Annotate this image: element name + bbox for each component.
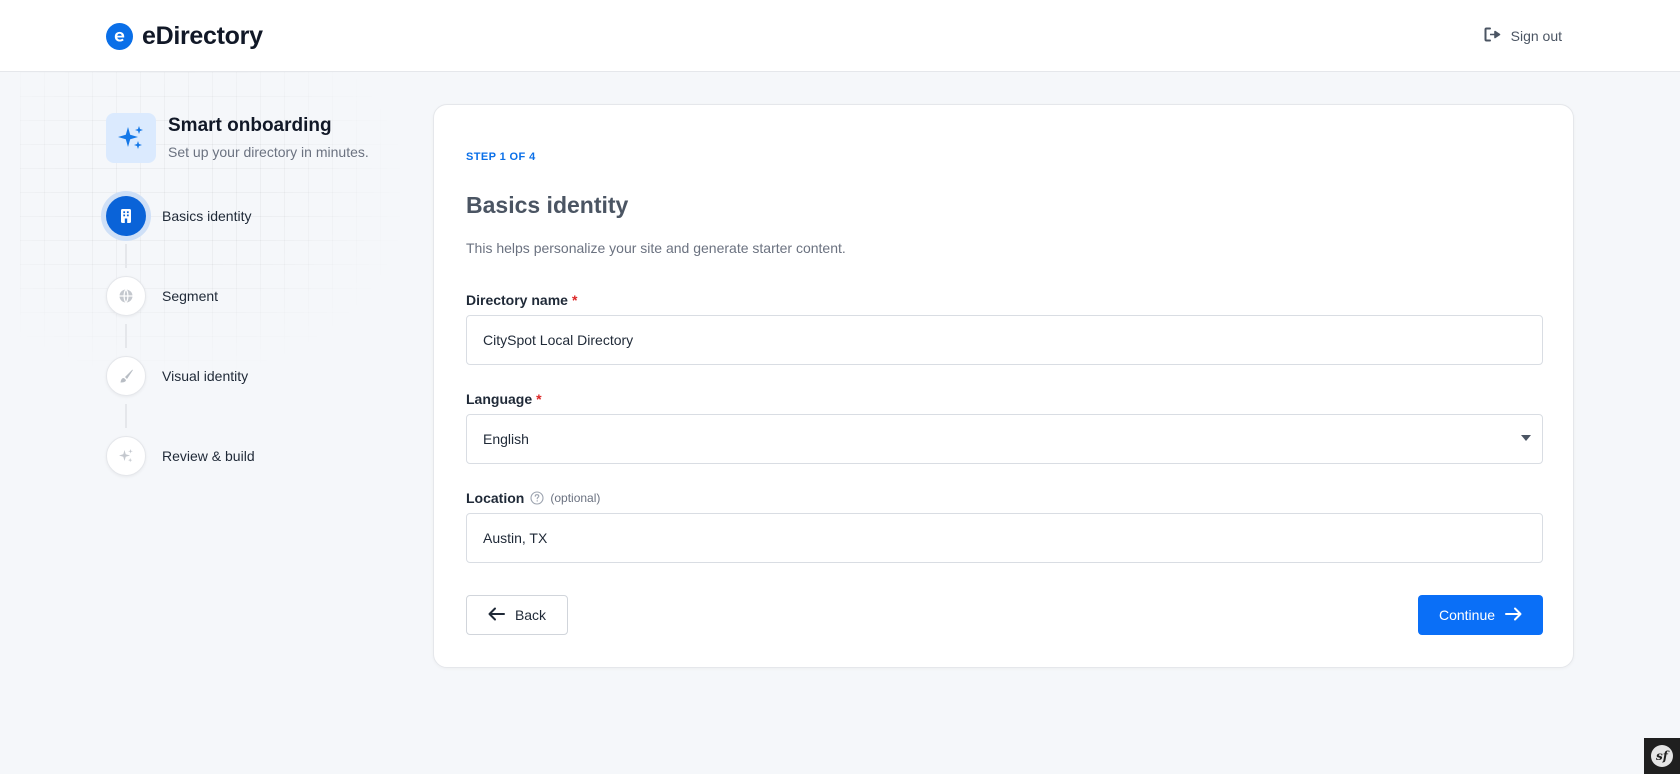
step-connector (125, 404, 127, 428)
label-text: Location (466, 490, 525, 506)
directory-name-label: Directory name * (466, 292, 577, 308)
location-label: Location (optional) (466, 490, 600, 506)
step-connector (125, 324, 127, 348)
brand-logo[interactable]: eDirectory (106, 21, 263, 51)
sign-out-icon (1484, 27, 1501, 45)
location-input[interactable] (466, 513, 1543, 563)
label-text: Directory name (466, 292, 568, 308)
step-label: Review & build (162, 448, 255, 464)
sign-out-label: Sign out (1510, 28, 1562, 44)
step-label: Segment (162, 288, 219, 304)
back-label: Back (514, 607, 547, 623)
optional-marker: (optional) (550, 491, 601, 505)
building-icon (106, 196, 146, 236)
form-description: This helps personalize your site and gen… (466, 240, 846, 256)
required-marker: * (571, 292, 578, 308)
arrow-left-icon (488, 607, 505, 624)
step-label: Visual identity (162, 368, 249, 384)
arrow-right-icon (1505, 607, 1522, 624)
logo-mark-icon (106, 22, 133, 50)
step-visual-identity[interactable]: Visual identity (106, 356, 248, 396)
step-connector (125, 244, 127, 268)
sparkles-icon (106, 113, 156, 163)
globe-icon (106, 276, 146, 316)
step-segment[interactable]: Segment (106, 276, 218, 316)
onboarding-title: Smart onboarding (168, 115, 332, 136)
language-select[interactable]: English (466, 414, 1543, 464)
directory-name-input[interactable] (466, 315, 1543, 365)
symfony-logo-icon: sf (1651, 745, 1673, 767)
brand-name: eDirectory (142, 21, 263, 50)
brush-icon (106, 356, 146, 396)
back-button[interactable]: Back (466, 595, 568, 635)
debug-toolbar-toggle[interactable]: sf (1644, 738, 1680, 774)
top-header: eDirectory Sign out (0, 0, 1680, 72)
continue-label: Continue (1438, 607, 1496, 623)
step-review-build[interactable]: Review & build (106, 436, 255, 476)
form-title: Basics identity (466, 192, 629, 218)
label-text: Language (466, 391, 533, 407)
language-select-value[interactable]: English (466, 414, 1543, 464)
help-icon[interactable] (530, 491, 544, 505)
chevron-down-icon (1521, 435, 1531, 441)
step-basics-identity[interactable]: Basics identity (106, 196, 251, 236)
step-indicator: STEP 1 OF 4 (466, 151, 536, 163)
sign-out-button[interactable]: Sign out (1484, 25, 1562, 47)
onboarding-form-card: STEP 1 OF 4 Basics identity This helps p… (433, 104, 1574, 668)
onboarding-subtitle: Set up your directory in minutes. (168, 144, 369, 160)
language-label: Language * (466, 391, 542, 407)
continue-button[interactable]: Continue (1418, 595, 1543, 635)
required-marker: * (536, 391, 542, 407)
step-label: Basics identity (162, 208, 252, 224)
sparkles-icon (106, 436, 146, 476)
